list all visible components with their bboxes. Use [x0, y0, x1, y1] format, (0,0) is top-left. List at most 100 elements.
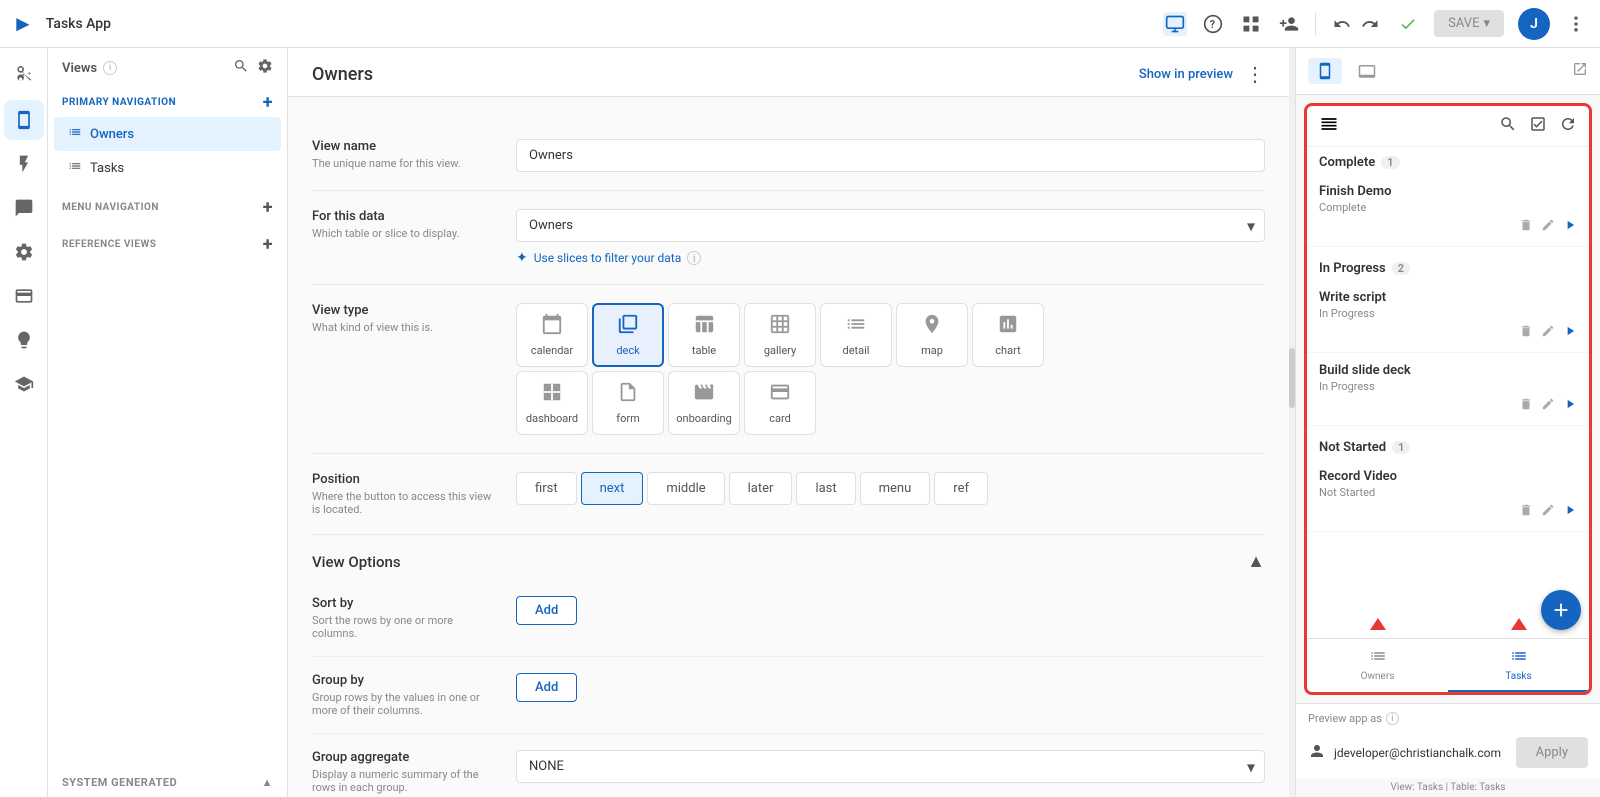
- preview-search-icon[interactable]: [1499, 115, 1517, 137]
- view-type-gallery[interactable]: gallery: [744, 303, 816, 367]
- sidebar-item-tasks[interactable]: Tasks: [54, 151, 281, 185]
- task-play-icon[interactable]: [1563, 218, 1577, 236]
- form-for-data: For this data Which table or slice to di…: [312, 191, 1265, 285]
- sidebar-header: Views i: [48, 48, 287, 84]
- task-edit-icon-3[interactable]: [1541, 397, 1555, 415]
- owners-icon: [68, 125, 82, 143]
- preview-fab[interactable]: [1541, 590, 1581, 630]
- save-button[interactable]: SAVE ▾: [1434, 10, 1504, 37]
- for-data-select[interactable]: Owners: [516, 209, 1265, 242]
- reference-views-add[interactable]: +: [263, 234, 273, 255]
- pos-menu[interactable]: menu: [860, 472, 931, 505]
- view-type-card[interactable]: card: [744, 371, 816, 435]
- topbar: ► Tasks App ? SAVE ▾: [0, 0, 1600, 48]
- show-preview-button[interactable]: Show in preview: [1139, 67, 1233, 82]
- content-more-icon[interactable]: ⋮: [1245, 62, 1265, 86]
- redo-icon[interactable]: [1358, 12, 1382, 36]
- task-delete-icon-3[interactable]: [1519, 397, 1533, 415]
- task-build-deck: Build slide deck In Progress: [1307, 353, 1589, 426]
- topbar-icons: ? SAVE ▾ J: [1163, 8, 1588, 40]
- monitor-icon[interactable]: [1163, 12, 1187, 36]
- view-type-calendar[interactable]: calendar: [516, 303, 588, 367]
- pos-middle[interactable]: middle: [647, 472, 724, 505]
- view-name-input[interactable]: [516, 139, 1265, 172]
- preview-toolbar: [1307, 106, 1589, 147]
- task-edit-icon[interactable]: [1541, 218, 1555, 236]
- task-edit-icon-4[interactable]: [1541, 503, 1555, 521]
- pos-first[interactable]: first: [516, 472, 577, 505]
- pos-last[interactable]: last: [796, 472, 855, 505]
- sort-add-button[interactable]: Add: [516, 596, 577, 625]
- view-options-chevron[interactable]: ▲: [1247, 551, 1265, 572]
- preview-nav-tasks[interactable]: Tasks: [1448, 639, 1589, 692]
- view-type-deck[interactable]: deck: [592, 303, 664, 367]
- task-play-icon-4[interactable]: [1563, 503, 1577, 521]
- preview-as-container: Preview app as i jdeveloper@christiancha…: [1296, 703, 1600, 778]
- undo-icon[interactable]: [1330, 12, 1354, 36]
- sidebar: Views i PRIMARY NAVIGATION + Owners: [48, 48, 288, 797]
- primary-nav-add[interactable]: +: [263, 92, 273, 113]
- iconbar-item-grid[interactable]: [4, 188, 44, 228]
- iconbar-item-security[interactable]: [4, 276, 44, 316]
- app-logo: ►: [12, 11, 34, 37]
- scroll-thumb[interactable]: [1289, 348, 1295, 408]
- help-icon[interactable]: ?: [1201, 12, 1225, 36]
- slice-info-icon: i: [687, 251, 701, 265]
- preview-tablet-tab[interactable]: [1350, 58, 1384, 84]
- pos-later[interactable]: later: [729, 472, 793, 505]
- preview-expand-icon[interactable]: [1572, 61, 1588, 81]
- iconbar-item-cap[interactable]: [4, 364, 44, 404]
- system-generated-section: SYSTEM GENERATED ▲: [48, 768, 287, 797]
- task-edit-icon-2[interactable]: [1541, 324, 1555, 342]
- preview-as-label: Preview app as i: [1308, 712, 1399, 725]
- view-type-detail[interactable]: detail: [820, 303, 892, 367]
- iconbar-item-flash[interactable]: [4, 144, 44, 184]
- sidebar-item-tasks-label: Tasks: [90, 161, 124, 176]
- view-type-form[interactable]: form: [592, 371, 664, 435]
- task-play-icon-3[interactable]: [1563, 397, 1577, 415]
- group-add-button[interactable]: Add: [516, 673, 577, 702]
- person-add-icon[interactable]: [1277, 12, 1301, 36]
- iconbar-item-mobile[interactable]: [4, 100, 44, 140]
- pos-next[interactable]: next: [581, 472, 644, 505]
- preview-mobile-tab[interactable]: [1308, 58, 1342, 84]
- view-type-dashboard[interactable]: dashboard: [516, 371, 588, 435]
- sidebar-search-icon[interactable]: [233, 58, 249, 78]
- menu-nav-add[interactable]: +: [263, 197, 273, 218]
- position-grid: first next middle later last menu ref: [516, 472, 1265, 505]
- slice-link-icon: ✦: [516, 250, 528, 266]
- task-play-icon-2[interactable]: [1563, 324, 1577, 342]
- group-inprogress-header: In Progress 2: [1307, 253, 1589, 280]
- system-generated-chevron[interactable]: ▲: [262, 776, 273, 789]
- check-icon[interactable]: [1396, 12, 1420, 36]
- group-aggregate-select[interactable]: NONE: [516, 750, 1265, 783]
- views-info-icon[interactable]: i: [103, 61, 117, 75]
- grid-icon[interactable]: [1239, 12, 1263, 36]
- preview-menu-icon[interactable]: [1319, 114, 1339, 138]
- sidebar-settings-icon[interactable]: [257, 58, 273, 78]
- more-menu-icon[interactable]: [1564, 12, 1588, 36]
- view-type-map[interactable]: map: [896, 303, 968, 367]
- form-view-name: View name The unique name for this view.: [312, 121, 1265, 191]
- task-delete-icon-2[interactable]: [1519, 324, 1533, 342]
- for-data-label: For this data: [312, 209, 492, 224]
- group-by-label: Group by: [312, 673, 492, 688]
- preview-check-icon[interactable]: [1529, 115, 1547, 137]
- sidebar-item-owners[interactable]: Owners: [54, 117, 281, 151]
- iconbar-item-settings[interactable]: [4, 232, 44, 272]
- pos-ref[interactable]: ref: [934, 472, 988, 505]
- iconbar-item-bulb[interactable]: [4, 320, 44, 360]
- task-delete-icon[interactable]: [1519, 218, 1533, 236]
- menu-nav-label: MENU NAVIGATION +: [48, 185, 287, 222]
- preview-refresh-icon[interactable]: [1559, 115, 1577, 137]
- view-type-table[interactable]: table: [668, 303, 740, 367]
- view-type-chart[interactable]: chart: [972, 303, 1044, 367]
- task-delete-icon-4[interactable]: [1519, 503, 1533, 521]
- view-type-onboarding[interactable]: onboarding: [668, 371, 740, 435]
- preview-nav-owners[interactable]: Owners: [1307, 639, 1448, 692]
- iconbar-item-scissors[interactable]: [4, 56, 44, 96]
- avatar[interactable]: J: [1518, 8, 1550, 40]
- task-write-script: Write script In Progress: [1307, 280, 1589, 353]
- use-slices-link[interactable]: ✦ Use slices to filter your data i: [516, 250, 1265, 266]
- apply-button[interactable]: Apply: [1516, 737, 1588, 768]
